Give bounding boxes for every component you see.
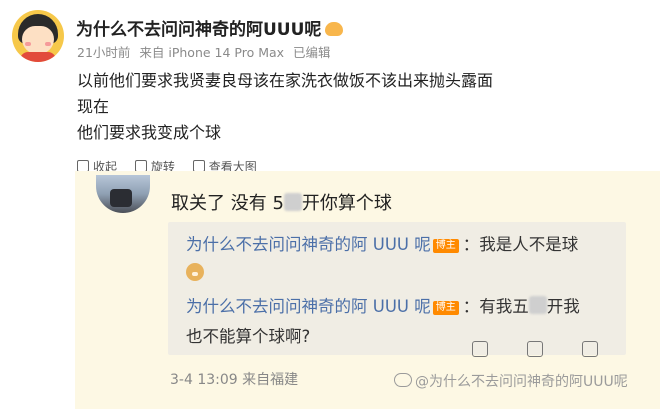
comment-location: 来自福建 [242,372,299,388]
post-username[interactable]: 为什么不去问问神奇的阿UUU呢 [76,15,344,40]
author-badge: 博主 [432,301,459,315]
share-icon[interactable] [472,341,488,357]
blurred-text [283,193,302,211]
comment-text-after: 开你算个球 [301,193,392,214]
post-username-text[interactable]: 为什么不去问问神奇的阿UUU呢 [76,20,321,40]
reply-author[interactable]: 为什么不去问问神奇的阿 UUU 呢 [186,297,431,316]
weibo-icon [394,373,412,387]
post-edited[interactable]: 已编辑 [293,45,331,60]
post-line: 以前他们要求我贤妻良母该在家洗衣做饭不该出来抛头露面 [77,71,494,90]
author-badge: 博主 [432,239,459,253]
comment-footer: 3-4 13:09 来自福建 [170,369,298,389]
avatar-cheek-right [45,42,51,46]
avatar-body [20,52,56,62]
reply-list: 为什么不去问问神奇的阿 UUU 呢博主 ：我是人不是球 为什么不去问问神奇的阿 U… [168,222,626,355]
post-header: 为什么不去问问神奇的阿UUU呢 21小时前 来自 iPhone 14 Pro M… [12,8,652,68]
commenter-avatar[interactable] [96,175,150,213]
post-meta: 21小时前 来自 iPhone 14 Pro Max 已编辑 [77,42,336,61]
reply-item: 为什么不去问问神奇的阿 UUU 呢博主 ：有我五 开我 [186,292,580,322]
post-line: 他们要求我变成个球 [77,123,222,142]
comment-actions [472,341,622,361]
watermark: @为什么不去问问神奇的阿UUU呢 [394,371,628,391]
name-emoji-icon [325,22,344,36]
post-time: 21小时前 [77,45,131,60]
post-line: 现在 [77,97,110,116]
like-icon[interactable] [582,341,598,357]
reply-text-before: ：有我五 [462,297,529,316]
doge-icon [186,263,204,281]
comment-date: 3-4 13:09 [170,372,238,388]
commenter-avatar-shape [110,189,132,207]
reply-author[interactable]: 为什么不去问问神奇的阿 UUU 呢 [186,235,431,254]
reply-text: ：我是人不是球 [462,235,579,254]
reply-icon[interactable] [527,341,543,357]
comment-text-before: 取关了 没有 5 [171,193,284,214]
post-body: 以前他们要求我贤妻良母该在家洗衣做饭不该出来抛头露面 现在 他们要求我变成个球 [77,68,493,146]
user-avatar[interactable] [12,10,64,62]
watermark-text: @为什么不去问问神奇的阿UUU呢 [415,374,628,390]
reply-text-line2: 也不能算个球啊? [186,327,311,346]
reply-text-after: 开我 [546,297,580,316]
reply-item: 为什么不去问问神奇的阿 UUU 呢博主 ：我是人不是球 [186,230,578,260]
blurred-text [528,296,547,314]
avatar-face [22,26,54,54]
avatar-cheek-left [25,42,31,46]
post-source: 来自 iPhone 14 Pro Max [139,45,285,60]
doge-emoji-icon [186,263,204,282]
comment-text: 取关了 没有 5 开你算个球 [171,189,392,215]
